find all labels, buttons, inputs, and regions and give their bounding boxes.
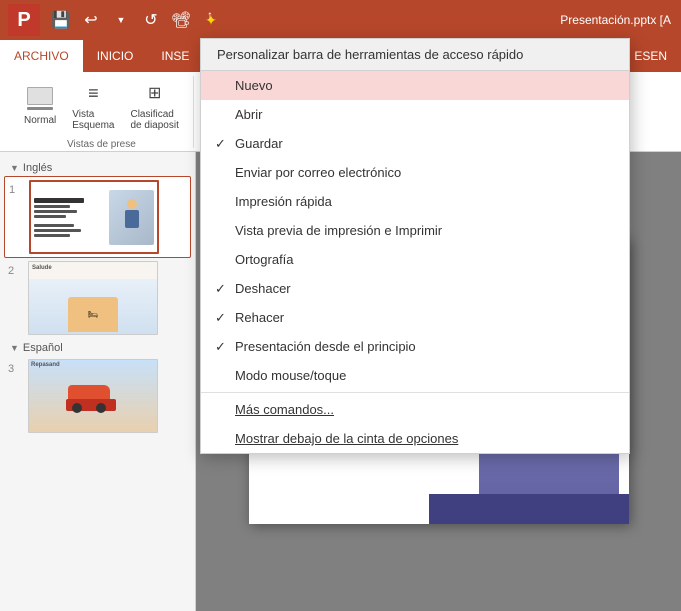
dropdown-overlay: Personalizar barra de herramientas de ac… xyxy=(0,0,681,611)
nuevo-label: Nuevo xyxy=(235,78,273,93)
dropdown-item-abrir[interactable]: Abrir xyxy=(201,100,629,129)
abrir-label: Abrir xyxy=(235,107,262,122)
enviar-label: Enviar por correo electrónico xyxy=(235,165,401,180)
rehacer-check: ✓ xyxy=(215,310,226,326)
dropdown-item-vista-previa[interactable]: Vista previa de impresión e Imprimir xyxy=(201,216,629,245)
deshacer-label: Deshacer xyxy=(235,281,291,296)
mas-comandos-label: Más comandos... xyxy=(235,402,334,417)
dropdown-divider xyxy=(201,392,629,393)
dropdown-header: Personalizar barra de herramientas de ac… xyxy=(201,39,629,71)
impresion-label: Impresión rápida xyxy=(235,194,332,209)
dropdown-item-mas-comandos[interactable]: Más comandos... xyxy=(201,395,629,424)
deshacer-check: ✓ xyxy=(215,281,226,297)
presentacion-check: ✓ xyxy=(215,339,226,355)
vista-previa-label: Vista previa de impresión e Imprimir xyxy=(235,223,442,238)
guardar-check: ✓ xyxy=(215,136,226,152)
dropdown-item-mostrar[interactable]: Mostrar debajo de la cinta de opciones xyxy=(201,424,629,453)
dropdown-item-guardar[interactable]: ✓ Guardar xyxy=(201,129,629,158)
mostrar-label: Mostrar debajo de la cinta de opciones xyxy=(235,431,458,446)
dropdown-item-rehacer[interactable]: ✓ Rehacer xyxy=(201,303,629,332)
dropdown-item-enviar[interactable]: Enviar por correo electrónico xyxy=(201,158,629,187)
dropdown-item-presentacion[interactable]: ✓ Presentación desde el principio xyxy=(201,332,629,361)
dropdown-item-nuevo[interactable]: Nuevo xyxy=(201,71,629,100)
dropdown-item-deshacer[interactable]: ✓ Deshacer xyxy=(201,274,629,303)
dropdown-item-impresion[interactable]: Impresión rápida xyxy=(201,187,629,216)
mouse-label: Modo mouse/toque xyxy=(235,368,346,383)
rehacer-label: Rehacer xyxy=(235,310,284,325)
guardar-label: Guardar xyxy=(235,136,283,151)
ortografia-label: Ortografía xyxy=(235,252,294,267)
dropdown-item-mouse[interactable]: Modo mouse/toque xyxy=(201,361,629,390)
presentacion-label: Presentación desde el principio xyxy=(235,339,416,354)
dropdown-item-ortografia[interactable]: Ortografía xyxy=(201,245,629,274)
customize-toolbar-dropdown: Personalizar barra de herramientas de ac… xyxy=(200,38,630,454)
